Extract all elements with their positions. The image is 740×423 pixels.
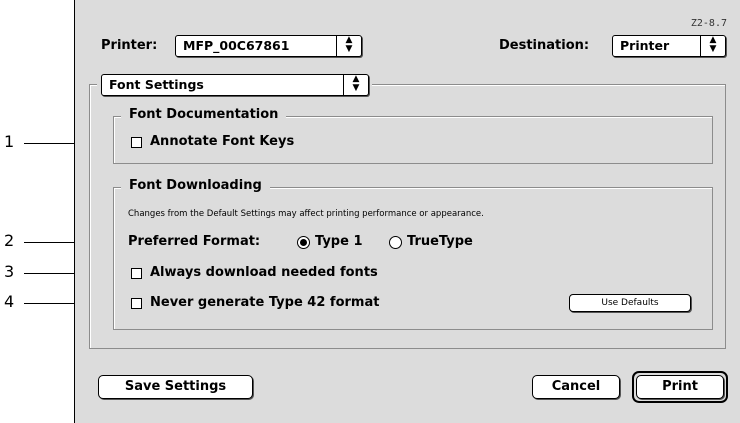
use-defaults-button[interactable]: Use Defaults	[569, 294, 691, 312]
cancel-button[interactable]: Cancel	[532, 375, 620, 399]
popup-arrows-icon: ▲ ▼	[336, 36, 361, 56]
callout-4: 4	[4, 292, 15, 311]
never-generate-type42-label[interactable]: Never generate Type 42 format	[150, 295, 379, 310]
destination-popup[interactable]: Printer ▲ ▼	[612, 35, 726, 57]
always-download-label[interactable]: Always download needed fonts	[150, 265, 378, 280]
printer-label: Printer:	[101, 38, 158, 53]
print-dialog: Z2-8.7 Printer: MFP_00C67861 ▲ ▼ Destinat…	[74, 0, 740, 423]
popup-arrows-icon: ▲ ▼	[343, 75, 368, 95]
truetype-radio[interactable]	[389, 236, 402, 249]
type1-radio-label[interactable]: Type 1	[315, 234, 363, 249]
panel-select-value: Font Settings	[109, 77, 204, 92]
font-documentation-title: Font Documentation	[121, 107, 287, 123]
annotate-font-keys-label[interactable]: Annotate Font Keys	[150, 134, 294, 149]
callout-2: 2	[4, 231, 15, 250]
destination-popup-value: Printer	[620, 38, 670, 53]
figure-id: Z2-8.7	[690, 18, 727, 29]
always-download-checkbox[interactable]	[131, 268, 142, 279]
save-settings-button[interactable]: Save Settings	[98, 375, 253, 399]
callout-1: 1	[4, 132, 15, 151]
panel-select-popup[interactable]: Font Settings ▲ ▼	[101, 74, 369, 96]
destination-label: Destination:	[499, 38, 590, 53]
printer-popup-value: MFP_00C67861	[183, 38, 290, 53]
annotate-font-keys-checkbox[interactable]	[131, 137, 142, 148]
font-downloading-title: Font Downloading	[121, 178, 270, 194]
defaults-warning-note: Changes from the Default Settings may af…	[128, 209, 484, 219]
never-generate-type42-checkbox[interactable]	[131, 298, 142, 309]
truetype-radio-label[interactable]: TrueType	[407, 234, 473, 249]
preferred-format-label: Preferred Format:	[128, 234, 261, 249]
print-button[interactable]: Print	[636, 375, 724, 399]
type1-radio[interactable]	[297, 236, 310, 249]
popup-arrows-icon: ▲ ▼	[700, 36, 725, 56]
callout-3: 3	[4, 262, 15, 281]
printer-popup[interactable]: MFP_00C67861 ▲ ▼	[175, 35, 362, 57]
